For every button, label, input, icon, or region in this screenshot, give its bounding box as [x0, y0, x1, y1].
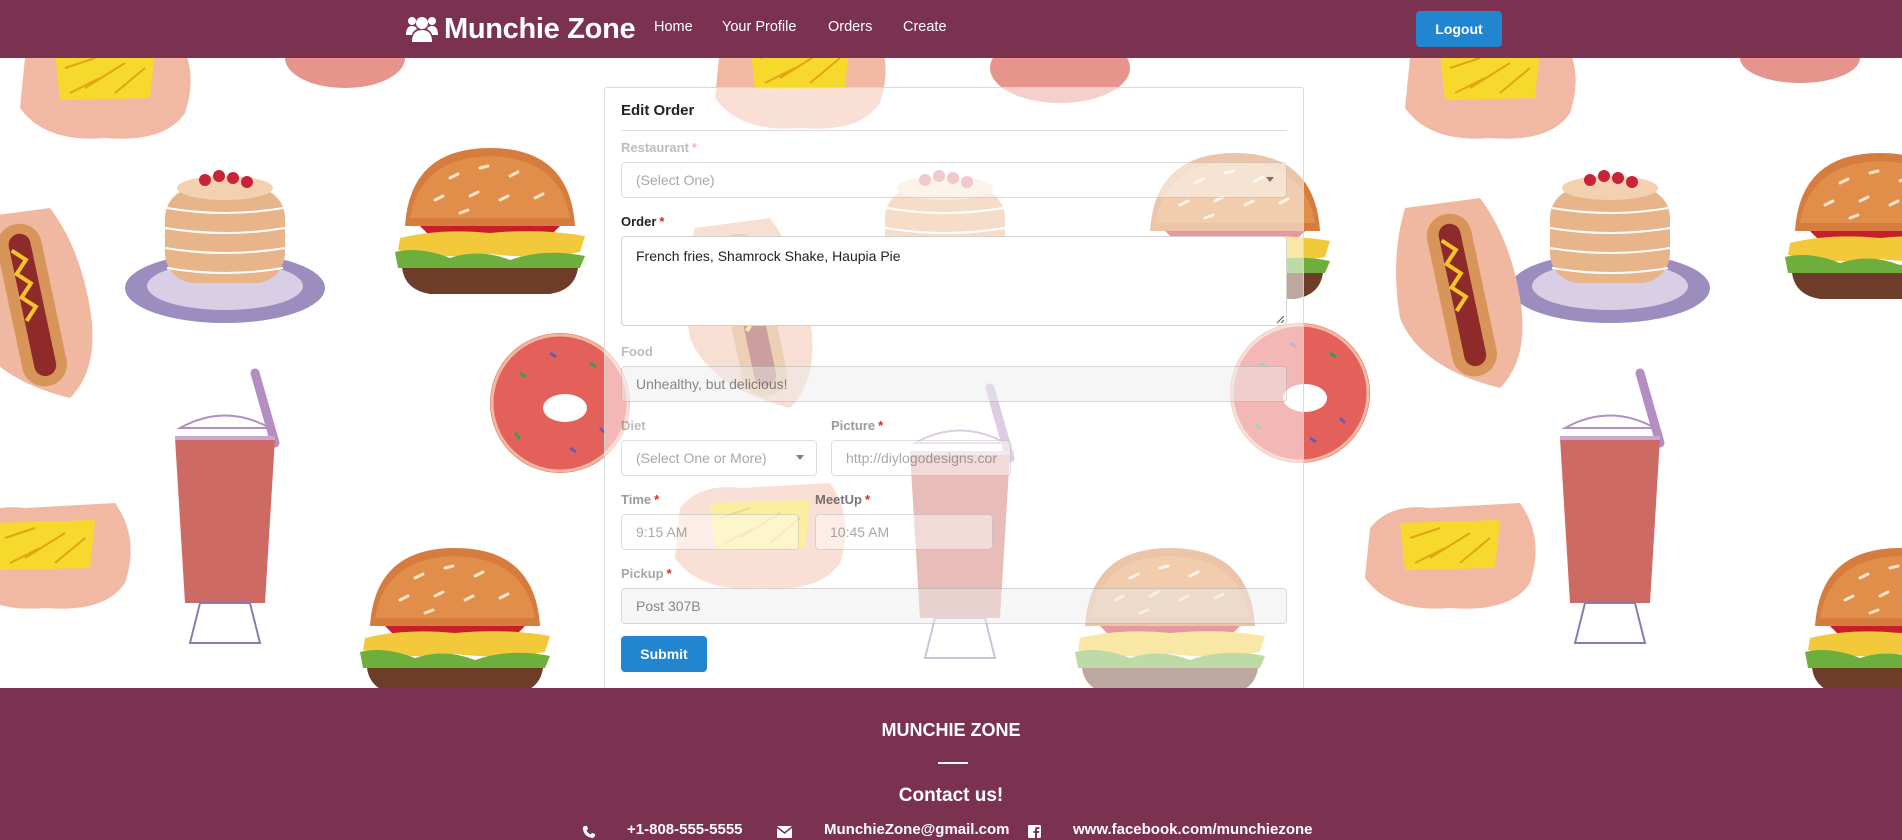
form-title: Edit Order: [621, 102, 1287, 131]
footer-title: MUNCHIE ZONE: [881, 720, 1021, 740]
facebook-link[interactable]: www.facebook.com/munchiezone: [1073, 821, 1313, 838]
phone-number[interactable]: +1-808-555-5555: [627, 821, 743, 838]
time-label: Time *: [621, 492, 660, 507]
facebook-icon: [1028, 825, 1041, 838]
email-link[interactable]: MunchieZone@gmail.com: [824, 821, 1009, 838]
envelope-icon: [777, 826, 792, 838]
nav-orders-link[interactable]: Orders: [828, 19, 872, 35]
brand-name: Munchie Zone: [444, 12, 636, 45]
time-input[interactable]: 9:15 AM: [621, 514, 799, 550]
contact-heading: Contact us!: [898, 785, 1004, 806]
nav-your-profile-link[interactable]: Your Profile: [722, 19, 796, 35]
restaurant-label: Restaurant *: [621, 140, 697, 155]
caret-down-icon: [1266, 177, 1274, 182]
restaurant-select[interactable]: (Select One): [621, 162, 1287, 198]
resize-handle-icon[interactable]: [1276, 315, 1284, 323]
top-navbar: Munchie Zone Home Your Profile Orders Cr…: [0, 0, 1902, 58]
nav-home-link[interactable]: Home: [654, 19, 693, 35]
brand-logo[interactable]: Munchie Zone: [406, 9, 636, 49]
picture-label: Picture *: [831, 418, 884, 433]
picture-url-input[interactable]: http://diylogodesigns.cor: [831, 440, 1011, 476]
users-icon: [406, 17, 438, 42]
food-input[interactable]: Unhealthy, but delicious!: [621, 366, 1287, 402]
logout-button[interactable]: Logout: [1416, 11, 1502, 47]
food-label: Food: [621, 344, 653, 359]
edit-order-form: Edit Order Restaurant * (Select One) Orde…: [604, 87, 1304, 689]
footer-divider: [938, 762, 968, 764]
phone-icon: [583, 826, 595, 838]
meetup-label: MeetUp *: [815, 492, 871, 507]
caret-down-icon: [796, 455, 804, 460]
footer: MUNCHIE ZONE Contact us! +1-808-555-5555…: [0, 688, 1902, 840]
pickup-label: Pickup *: [621, 566, 672, 581]
pickup-input[interactable]: Post 307B: [621, 588, 1287, 624]
order-label: Order *: [621, 214, 665, 229]
nav-create-link[interactable]: Create: [903, 19, 947, 35]
meetup-input[interactable]: 10:45 AM: [815, 514, 993, 550]
diet-select[interactable]: (Select One or More): [621, 440, 817, 476]
order-textarea[interactable]: French fries, Shamrock Shake, Haupia Pie: [621, 236, 1287, 326]
submit-button[interactable]: Submit: [621, 636, 707, 672]
diet-label: Diet: [621, 418, 646, 433]
